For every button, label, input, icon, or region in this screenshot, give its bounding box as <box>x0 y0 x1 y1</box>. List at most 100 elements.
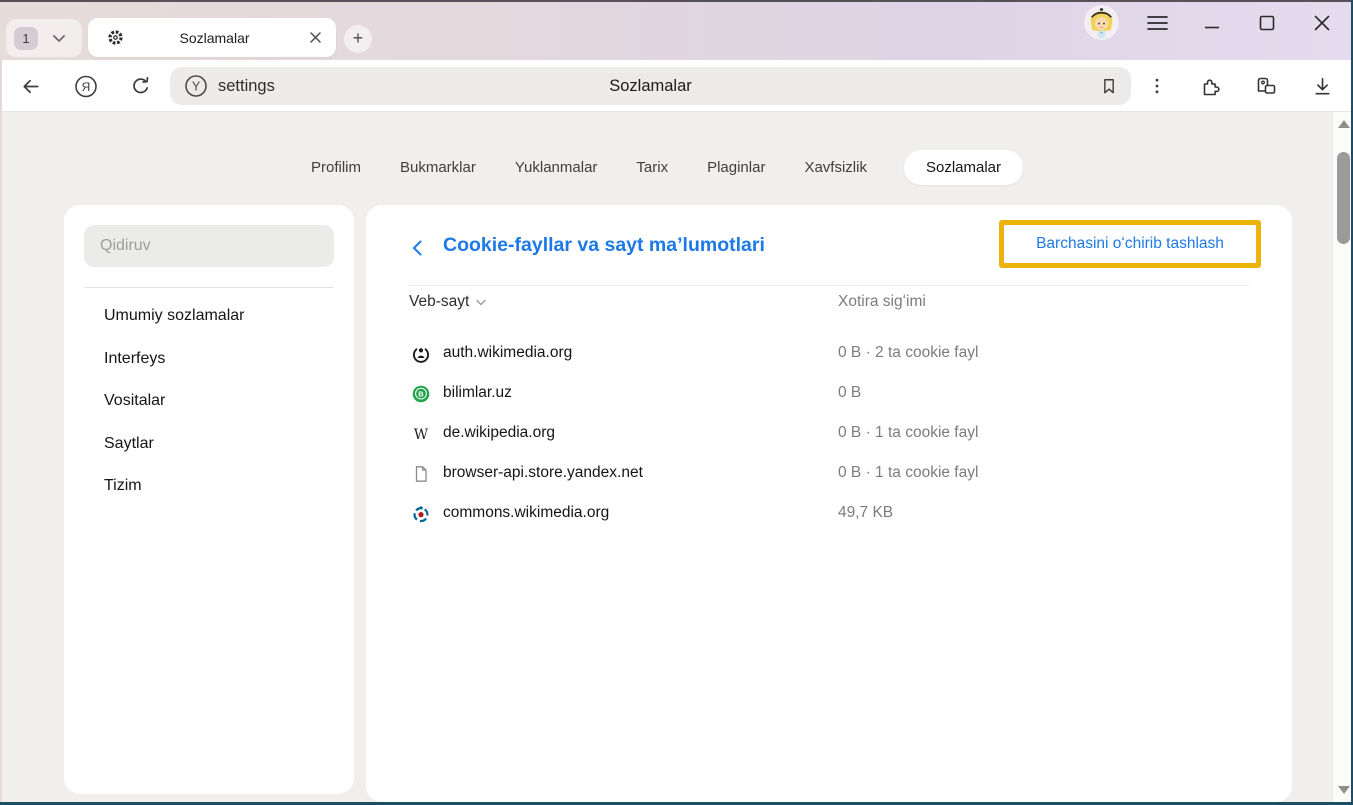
site-column-label: Veb-sayt <box>409 293 469 311</box>
downloads-button[interactable] <box>1310 74 1334 98</box>
hamburger-icon <box>1147 15 1168 31</box>
divider <box>84 287 334 288</box>
wikimedia-icon <box>412 345 430 363</box>
cookies-panel: Cookie-fayllar va sayt ma’lumotlari Barc… <box>366 205 1292 802</box>
svg-text:W: W <box>414 427 429 443</box>
close-icon <box>1314 15 1330 31</box>
more-actions-button[interactable] <box>1145 74 1169 98</box>
nav-tab-yuklanmalar[interactable]: Yuklanmalar <box>513 150 600 185</box>
tab-close-button[interactable] <box>304 27 326 49</box>
nav-tab-profilim[interactable]: Profilim <box>309 150 363 185</box>
reload-button[interactable] <box>128 74 152 98</box>
minimize-button[interactable] <box>1197 8 1227 38</box>
avatar-image <box>1084 5 1119 40</box>
site-badge-icon: Y <box>184 74 208 98</box>
chevron-down-icon <box>52 34 66 43</box>
settings-page: Profilim Bukmarklar Yuklanmalar Tarix Pl… <box>0 112 1353 802</box>
gear-icon <box>106 28 125 47</box>
key-card-icon <box>1254 74 1278 98</box>
scroll-down-button[interactable] <box>1338 786 1350 794</box>
wikipedia-icon: W <box>412 425 430 443</box>
extensions-button[interactable] <box>1199 74 1223 98</box>
nav-tab-tarix[interactable]: Tarix <box>634 150 670 185</box>
site-size: 0 B · 2 ta cookie fayl <box>838 344 978 362</box>
address-input-value: settings <box>218 77 275 96</box>
scroll-up-button[interactable] <box>1338 120 1350 128</box>
page-icon <box>412 465 430 483</box>
window-top-edge <box>0 0 1353 2</box>
kebab-menu-icon <box>1147 76 1167 96</box>
size-column-header: Xotira sigʻimi <box>838 293 926 311</box>
svg-text:B: B <box>418 389 424 398</box>
browser-window: 1 Sozlamalar + <box>0 0 1353 805</box>
site-name: de.wikipedia.org <box>443 424 555 442</box>
sort-by-site-header[interactable]: Veb-sayt <box>409 293 486 311</box>
nav-tab-plaginlar[interactable]: Plaginlar <box>705 150 767 185</box>
puzzle-icon <box>1199 74 1223 98</box>
bookmark-icon <box>1099 76 1119 96</box>
new-tab-button[interactable]: + <box>344 25 372 53</box>
delete-all-cookies-button[interactable]: Barchasini oʻchirib tashlash <box>1036 235 1224 253</box>
reload-icon <box>129 75 152 98</box>
user-avatar[interactable] <box>1084 5 1119 40</box>
tab-counter[interactable]: 1 <box>6 19 82 57</box>
close-icon <box>309 31 322 44</box>
divider <box>409 285 1249 286</box>
settings-nav: Profilim Bukmarklar Yuklanmalar Tarix Pl… <box>0 148 1332 186</box>
site-name: bilimlar.uz <box>443 384 512 402</box>
bilimlar-icon: B <box>412 385 430 403</box>
yandex-logo-icon: Я <box>74 74 98 99</box>
arrow-left-icon <box>19 75 42 98</box>
svg-text:Y: Y <box>192 79 201 93</box>
menu-button[interactable] <box>1142 8 1172 38</box>
nav-tab-xavfsizlik[interactable]: Xavfsizlik <box>802 150 869 185</box>
close-window-button[interactable] <box>1307 8 1337 38</box>
browser-tab-sozlamalar[interactable]: Sozlamalar <box>88 18 336 57</box>
tab-title: Sozlamalar <box>125 30 304 46</box>
cookies-heading: Cookie-fayllar va sayt ma’lumotlari <box>443 234 765 257</box>
nav-tab-bukmarklar[interactable]: Bukmarklar <box>398 150 478 185</box>
maximize-icon <box>1259 15 1275 31</box>
site-size: 49,7 KB <box>838 504 893 522</box>
sidebar-item-umumiy-sozlamalar[interactable]: Umumiy sozlamalar <box>104 307 244 325</box>
site-row[interactable]: W de.wikipedia.org 0 B · 1 ta cookie fay… <box>366 414 1292 454</box>
sidebar-item-vositalar[interactable]: Vositalar <box>104 392 165 410</box>
chevron-left-icon <box>410 239 424 257</box>
commons-icon <box>412 505 430 523</box>
back-button[interactable] <box>18 74 42 98</box>
sidebar-item-tizim[interactable]: Tizim <box>104 477 142 495</box>
site-row[interactable]: browser-api.store.yandex.net 0 B · 1 ta … <box>366 454 1292 494</box>
address-page-title: Sozlamalar <box>170 77 1131 96</box>
site-size: 0 B <box>838 384 861 402</box>
window-titlebar: 1 Sozlamalar + <box>0 0 1353 60</box>
sidebar-item-interfeys[interactable]: Interfeys <box>104 350 165 368</box>
site-name: auth.wikimedia.org <box>443 344 572 362</box>
bookmark-button[interactable] <box>1097 74 1121 98</box>
scroll-thumb[interactable] <box>1337 152 1350 244</box>
nav-tab-sozlamalar[interactable]: Sozlamalar <box>904 150 1023 185</box>
site-size: 0 B · 1 ta cookie fayl <box>838 424 978 442</box>
tab-count-badge: 1 <box>14 27 38 50</box>
svg-text:Я: Я <box>82 79 91 93</box>
sidebar-search-input[interactable] <box>84 225 334 267</box>
address-bar[interactable]: Y settings Sozlamalar <box>170 67 1131 105</box>
minimize-icon <box>1204 15 1220 31</box>
site-row[interactable]: auth.wikimedia.org 0 B · 2 ta cookie fay… <box>366 334 1292 374</box>
maximize-button[interactable] <box>1252 8 1282 38</box>
site-row[interactable]: commons.wikimedia.org 49,7 KB <box>366 494 1292 534</box>
site-size: 0 B · 1 ta cookie fayl <box>838 464 978 482</box>
chevron-down-icon <box>476 299 486 306</box>
window-left-edge <box>0 60 2 805</box>
back-to-settings-button[interactable] <box>406 237 428 259</box>
site-row[interactable]: B bilimlar.uz 0 B <box>366 374 1292 414</box>
site-name: commons.wikimedia.org <box>443 504 609 522</box>
site-name: browser-api.store.yandex.net <box>443 464 643 482</box>
scrollbar[interactable] <box>1332 112 1353 802</box>
highlight-box: Barchasini oʻchirib tashlash <box>999 220 1261 268</box>
browser-toolbar: Я Y settings Sozlamalar <box>0 60 1353 112</box>
download-icon <box>1311 75 1334 98</box>
settings-sidebar: Umumiy sozlamalar Interfeys Vositalar Sa… <box>64 205 354 794</box>
sidebar-item-saytlar[interactable]: Saytlar <box>104 435 154 453</box>
passwords-button[interactable] <box>1254 74 1278 98</box>
yandex-home-button[interactable]: Я <box>74 74 98 98</box>
